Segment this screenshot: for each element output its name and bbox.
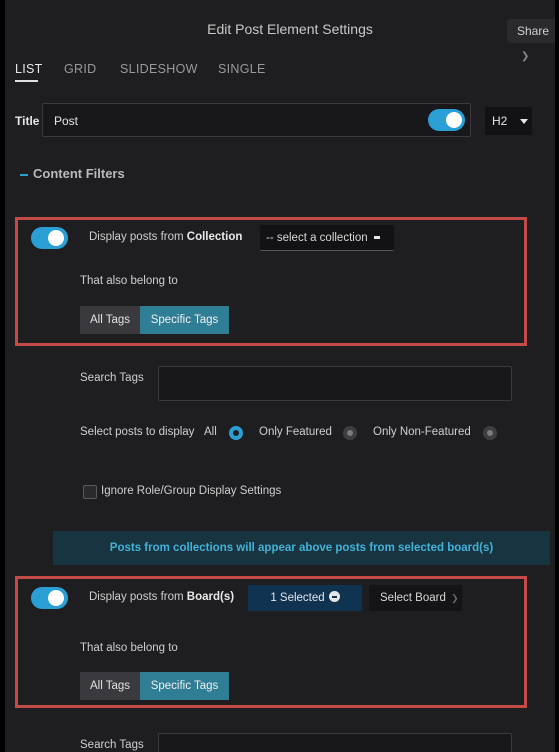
heading-level-value: H2 xyxy=(492,114,508,128)
caret-down-icon xyxy=(520,119,528,124)
caret-down-icon xyxy=(373,236,380,239)
board-selected-pill[interactable]: 1 Selected xyxy=(248,585,362,611)
board-selected-count: 1 Selected xyxy=(270,592,325,604)
title-input[interactable] xyxy=(42,103,471,137)
collections-info-banner: Posts from collections will appear above… xyxy=(53,531,550,565)
board-label: Display posts from Board(s) xyxy=(89,591,235,603)
tab-grid[interactable]: GRID xyxy=(64,62,96,76)
title-input-value: Post xyxy=(54,114,79,128)
radio-only-featured-label: Only Featured xyxy=(259,426,332,438)
radio-only-featured[interactable] xyxy=(343,426,357,440)
board-toggle[interactable] xyxy=(31,587,68,609)
collection-label: Display posts from Collection xyxy=(89,231,243,243)
title-visibility-toggle[interactable] xyxy=(428,109,465,131)
board-search-tags-input[interactable] xyxy=(158,733,512,752)
radio-only-non-featured[interactable] xyxy=(483,426,497,440)
collection-belong-label: That also belong to xyxy=(80,275,178,287)
active-tab-indicator xyxy=(15,80,38,82)
board-belong-label: That also belong to xyxy=(80,642,178,654)
collapse-minus-icon[interactable] xyxy=(20,174,28,176)
radio-all[interactable] xyxy=(229,426,243,440)
chevron-right-icon: ❯ xyxy=(451,593,459,603)
radio-all-label: All xyxy=(204,426,217,438)
collection-label-bold: Collection xyxy=(186,231,243,243)
collection-select[interactable]: -- select a collection xyxy=(260,225,394,251)
collection-all-tags-button[interactable]: All Tags xyxy=(80,306,140,334)
board-all-tags-button[interactable]: All Tags xyxy=(80,672,140,700)
collection-toggle[interactable] xyxy=(31,227,68,249)
tab-slideshow[interactable]: SLIDESHOW xyxy=(120,62,198,76)
search-tags-label: Search Tags xyxy=(80,372,144,384)
board-search-tags-label: Search Tags xyxy=(80,739,144,751)
remove-circle-icon[interactable] xyxy=(328,591,340,602)
chevron-right-icon: ❯ xyxy=(521,51,530,62)
collection-select-placeholder: -- select a collection xyxy=(266,232,368,244)
select-board-label: Select Board xyxy=(380,592,446,604)
tab-single[interactable]: SINGLE xyxy=(218,62,266,76)
select-board-button[interactable]: Select Board ❯ xyxy=(369,585,462,611)
select-posts-label: Select posts to display xyxy=(80,426,195,438)
board-label-bold: Board(s) xyxy=(186,591,235,603)
title-label: Title xyxy=(15,114,40,128)
ignore-role-label: Ignore Role/Group Display Settings xyxy=(101,485,282,497)
share-label: Share xyxy=(517,24,550,38)
radio-only-non-featured-label: Only Non-Featured xyxy=(373,426,471,438)
content-filters-heading[interactable]: Content Filters xyxy=(33,166,125,181)
dialog-title: Edit Post Element Settings xyxy=(207,21,373,37)
search-tags-input[interactable] xyxy=(158,366,512,401)
share-button[interactable]: Share ❯ xyxy=(507,19,555,62)
tab-list[interactable]: LIST xyxy=(15,62,43,76)
ignore-role-checkbox[interactable] xyxy=(83,485,97,499)
settings-panel: Edit Post Element Settings Share ❯ LIST … xyxy=(5,0,555,752)
heading-level-select[interactable]: H2 xyxy=(485,107,532,135)
board-specific-tags-button[interactable]: Specific Tags xyxy=(140,672,229,700)
collection-specific-tags-button[interactable]: Specific Tags xyxy=(140,306,229,334)
